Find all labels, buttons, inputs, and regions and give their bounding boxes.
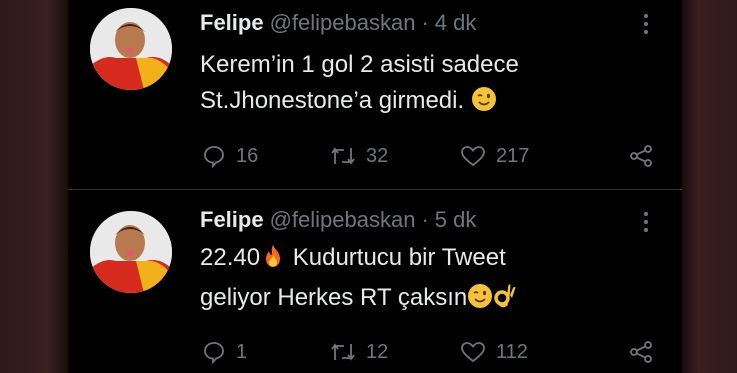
avatar[interactable] <box>90 8 172 90</box>
retweet-button[interactable]: 12 <box>330 339 388 365</box>
share-icon <box>630 341 652 363</box>
tweet-time[interactable]: 5 dk <box>435 207 477 232</box>
reply-button[interactable]: 16 <box>202 143 258 169</box>
tweet-text-line-1: 22.40 Kudurtucu bir Tweet <box>200 240 650 280</box>
background-right-edge <box>682 0 737 373</box>
heart-icon <box>461 146 485 167</box>
retweet-count: 32 <box>366 144 389 167</box>
tweet-text-time: 22.40 <box>200 244 261 271</box>
ok-hand-icon <box>493 281 517 320</box>
reply-count: 16 <box>236 144 259 167</box>
tweet-text-line-2: St.Jhonestone’a girmedi. <box>200 83 650 123</box>
author-handle[interactable]: @felipebaskan <box>270 207 416 232</box>
share-button[interactable] <box>628 143 654 169</box>
winking-face-icon <box>471 86 497 123</box>
reply-button[interactable]: 1 <box>202 339 247 365</box>
tweet-text-line: geliyor Herkes RT çaksın <box>200 284 468 311</box>
fire-icon <box>260 243 286 280</box>
like-button[interactable]: 217 <box>460 143 529 169</box>
tweet-time[interactable]: 4 dk <box>435 10 477 35</box>
avatar[interactable] <box>90 211 172 293</box>
tweet-timeline: Felipe @felipebaskan · 4 dk Kerem’in 1 gol … <box>68 0 682 373</box>
reply-icon <box>204 146 224 168</box>
like-count: 112 <box>496 340 528 363</box>
retweet-icon <box>331 343 355 361</box>
tweet-text-line: Kudurtucu bir Tweet <box>292 244 506 271</box>
author-name[interactable]: Felipe <box>200 207 264 232</box>
retweet-count: 12 <box>366 340 389 363</box>
tweet[interactable]: Felipe @felipebaskan · 5 dk 22.40 Kudurtucu… <box>68 190 682 373</box>
share-button[interactable] <box>628 339 654 365</box>
like-count: 217 <box>496 144 530 167</box>
author-handle[interactable]: @felipebaskan <box>270 10 416 35</box>
background-left-edge <box>0 0 68 373</box>
tweet-text: Kerem’in 1 gol 2 asisti sadece St.Jhones… <box>200 47 650 123</box>
retweet-button[interactable]: 32 <box>330 143 388 169</box>
share-icon <box>630 145 652 167</box>
tweet-actions: 1 12 112 <box>202 339 652 365</box>
retweet-icon <box>331 147 355 165</box>
winking-face-icon <box>467 283 493 320</box>
more-vertical-icon[interactable] <box>643 212 649 234</box>
reply-count: 1 <box>236 340 248 363</box>
author-name[interactable]: Felipe <box>200 10 264 35</box>
tweet-text: 22.40 Kudurtucu bir Tweet geliyor Herkes… <box>200 240 650 320</box>
separator-dot: · <box>421 207 429 232</box>
reply-icon <box>204 342 224 364</box>
tweet[interactable]: Felipe @felipebaskan · 4 dk Kerem’in 1 gol … <box>68 0 682 190</box>
more-vertical-icon[interactable] <box>643 14 649 36</box>
heart-icon <box>461 342 485 363</box>
tweet-text-line: Kerem’in 1 gol 2 asisti sadece <box>200 51 519 78</box>
tweet-text-line: St.Jhonestone’a girmedi. <box>200 87 465 114</box>
like-button[interactable]: 112 <box>460 339 528 365</box>
separator-dot: · <box>421 10 429 35</box>
tweet-header: Felipe @felipebaskan · 4 dk <box>200 10 476 36</box>
tweet-text-line-2: geliyor Herkes RT çaksın <box>200 280 650 320</box>
tweet-header: Felipe @felipebaskan · 5 dk <box>200 207 476 233</box>
tweet-actions: 16 32 217 <box>202 143 652 169</box>
